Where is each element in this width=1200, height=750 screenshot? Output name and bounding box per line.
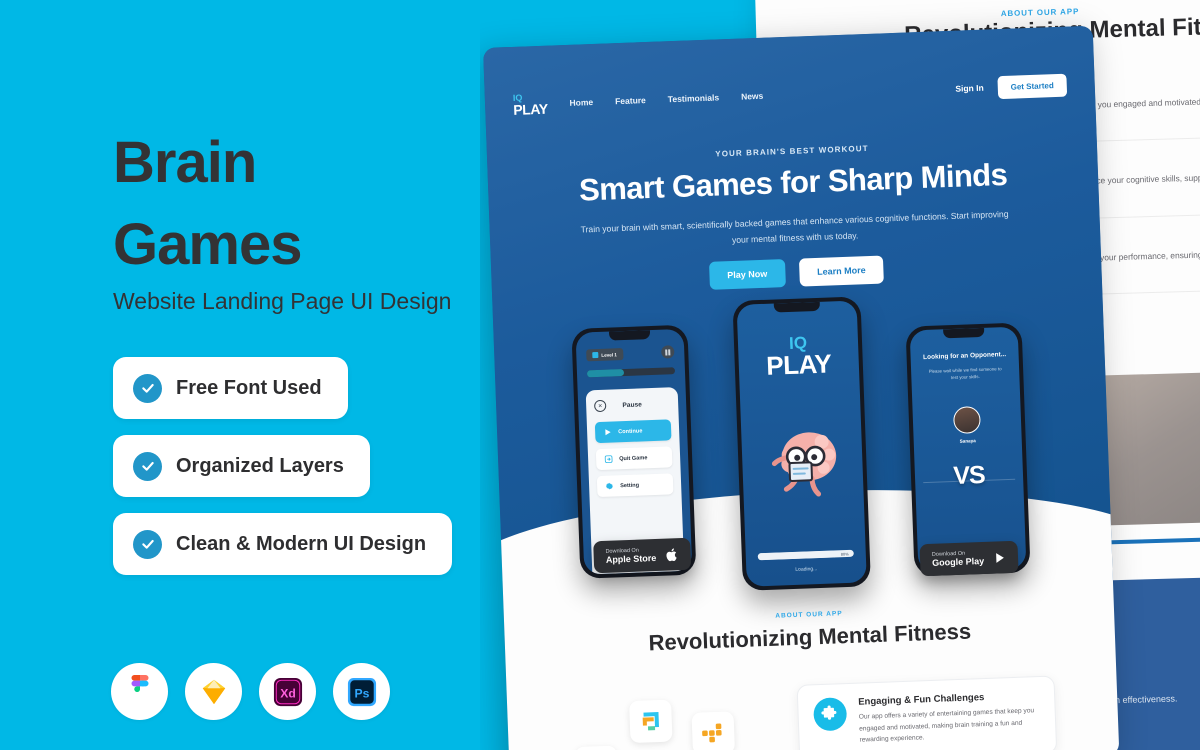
splash-logo-play: PLAY — [765, 348, 832, 381]
nav-link-home[interactable]: Home — [569, 97, 593, 108]
phone-mockup-right: Looking for an Opponent... Please wait w… — [905, 322, 1031, 577]
setting-label: Setting — [620, 482, 640, 489]
loading-percent: 80% — [840, 550, 849, 557]
play-now-button[interactable]: Play Now — [708, 259, 786, 290]
figma-icon — [111, 663, 168, 720]
phone-notch — [943, 327, 985, 339]
phone-notch — [773, 301, 820, 313]
pause-button[interactable] — [661, 345, 675, 359]
nav-link-testimonials[interactable]: Testimonials — [668, 92, 720, 104]
page-title: Brain Games — [113, 130, 302, 278]
pause-icon — [665, 348, 668, 356]
nav-link-news[interactable]: News — [741, 91, 764, 102]
phone-notch — [608, 330, 651, 341]
pause-sheet-header: × Pause — [593, 397, 670, 413]
nav-link-feature[interactable]: Feature — [615, 95, 646, 106]
gear-icon — [605, 482, 614, 490]
google-play-button[interactable]: Download On Google Play — [919, 540, 1019, 577]
google-play-label: Google Play — [931, 555, 985, 568]
brain-mascot-icon — [771, 432, 837, 497]
about-card-text: Our app offers a variety of entertaining… — [858, 707, 1035, 744]
adobe-xd-icon: Xd — [259, 663, 316, 720]
player-name: Sanaya — [959, 438, 976, 444]
promo-panel: Brain Games Website Landing Page UI Desi… — [0, 0, 480, 750]
apple-store-button[interactable]: Download On Apple Store — [593, 537, 691, 574]
tile-blue-orange-icon — [629, 699, 673, 744]
pause-sheet-title: Pause — [622, 400, 643, 409]
check-icon — [133, 451, 162, 481]
quit-game-label: Quit Game — [619, 454, 648, 462]
continue-label: Continue — [618, 427, 643, 435]
opponent-paragraph: Please wait while we find someone to tes… — [928, 366, 1002, 381]
phone-mockup-center: IQ PLAY 80% Loading... — [732, 296, 871, 591]
play-triangle-icon — [996, 552, 1004, 563]
exit-icon — [604, 455, 613, 464]
loading-label: Loading... — [795, 566, 818, 573]
photoshop-icon: Ps — [333, 663, 390, 720]
pause-icon — [668, 348, 671, 355]
close-icon[interactable]: × — [593, 399, 607, 413]
splash-logo: IQ PLAY — [738, 332, 859, 381]
setting-row[interactable]: Setting — [596, 473, 674, 498]
nav-actions: Sign In Get Started — [955, 73, 1068, 100]
logo-play: PLAY — [512, 100, 548, 118]
svg-text:Ps: Ps — [354, 686, 369, 700]
feature-badge: Organized Layers — [113, 435, 370, 497]
continue-row[interactable]: Continue — [594, 419, 672, 444]
app-icon-list: Xd Ps — [111, 663, 390, 720]
svg-text:Xd: Xd — [280, 686, 296, 700]
puzzle-icon — [813, 697, 848, 732]
game-progress-bar — [586, 367, 676, 378]
loading-progress-bar: 80% — [757, 549, 854, 561]
level-badge: Level 1 — [586, 348, 624, 362]
phone-right-screen: Looking for an Opponent... Please wait w… — [909, 326, 1027, 573]
get-started-button[interactable]: Get Started — [997, 73, 1068, 99]
sketch-icon — [185, 663, 242, 720]
check-icon — [133, 529, 162, 559]
landing-page-mockup: IQ PLAY Home Feature Testimonials News S… — [483, 25, 1120, 750]
check-icon — [133, 373, 162, 403]
feature-badge-label: Clean & Modern UI Design — [176, 532, 427, 555]
vs-label: VS — [952, 460, 986, 491]
tile-dots-icon — [691, 711, 736, 750]
page-subtitle: Website Landing Page UI Design — [113, 288, 452, 314]
feature-badge-label: Organized Layers — [176, 454, 344, 477]
level-icon — [592, 351, 599, 359]
quit-game-row[interactable]: Quit Game — [595, 446, 673, 471]
opponent-title: Looking for an Opponent... — [922, 351, 1007, 362]
phone-center-screen: IQ PLAY 80% Loading... — [736, 300, 867, 587]
logo[interactable]: IQ PLAY — [512, 92, 548, 118]
about-feature-card: Engaging & Fun Challenges Our app offers… — [796, 675, 1058, 750]
apple-store-label: Apple Store — [605, 552, 657, 565]
level-label: Level 1 — [601, 351, 617, 358]
feature-badge: Clean & Modern UI Design — [113, 513, 453, 575]
feature-badge-label: Free Font Used — [176, 376, 322, 399]
learn-more-button[interactable]: Learn More — [798, 255, 885, 287]
feature-badge-list: Free Font Used Organized Layers Clean & … — [113, 357, 453, 591]
feature-badge: Free Font Used — [113, 357, 348, 419]
play-icon — [605, 429, 611, 436]
avatar — [952, 406, 981, 435]
tile-green-icon — [574, 745, 619, 750]
sign-in-link[interactable]: Sign In — [955, 83, 984, 94]
apple-icon — [665, 547, 677, 561]
nav-links: Home Feature Testimonials News — [569, 91, 763, 108]
